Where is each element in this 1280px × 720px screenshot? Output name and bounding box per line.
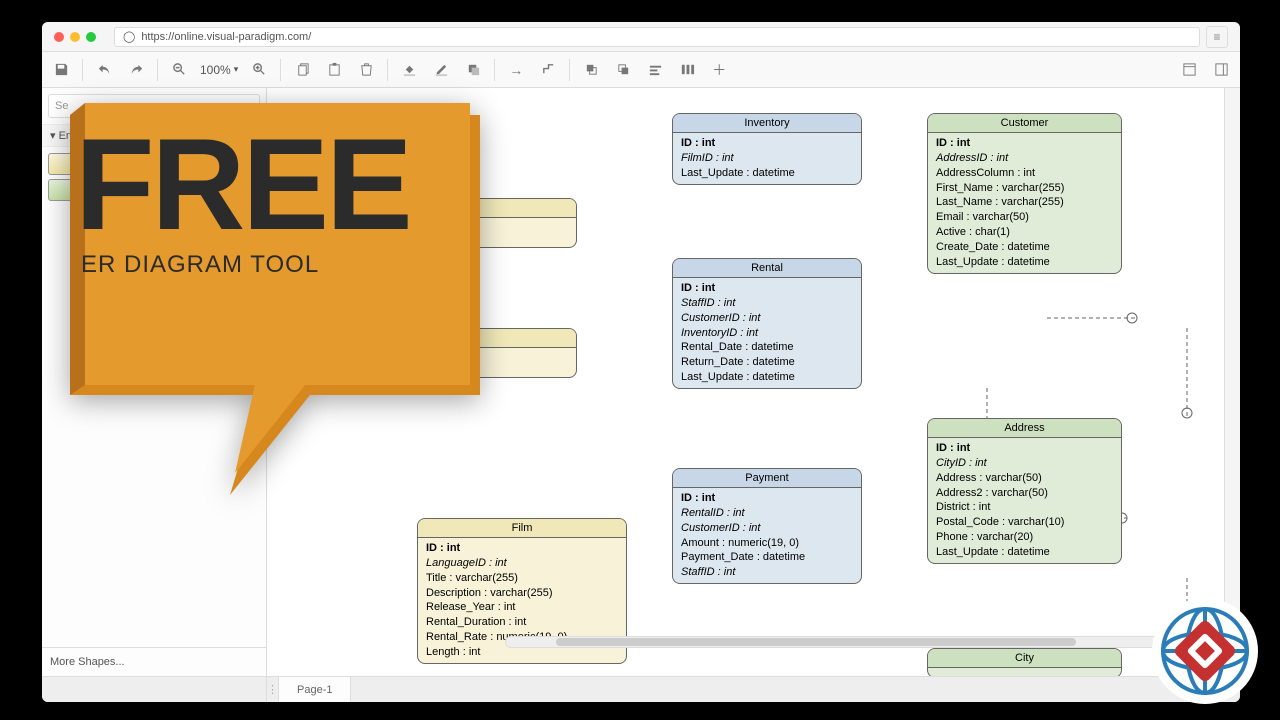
entity-column: InventoryID : int bbox=[681, 326, 853, 341]
zoom-level[interactable]: 100%▾ bbox=[196, 63, 242, 77]
brand-logo-icon bbox=[1150, 596, 1260, 706]
entity-column: StaffID : int bbox=[681, 296, 853, 311]
format-panel-button[interactable] bbox=[1206, 56, 1236, 84]
globe-icon: ◯ bbox=[123, 30, 135, 43]
connection-style-button[interactable]: → bbox=[501, 56, 531, 84]
entity-rental[interactable]: Rental ID : intStaffID : intCustomerID :… bbox=[672, 258, 862, 389]
fill-color-button[interactable] bbox=[394, 56, 424, 84]
entity-column: ID : int bbox=[681, 136, 853, 151]
entity-title: Rental bbox=[673, 259, 861, 278]
entity-column: StaffID : int bbox=[681, 565, 853, 580]
entity-column: Last_Update : datetime bbox=[936, 255, 1113, 270]
entity-column: CityID : int bbox=[936, 456, 1113, 471]
entity-column: Email : varchar(50) bbox=[936, 210, 1113, 225]
entity-column: District : int bbox=[936, 500, 1113, 515]
entity-address[interactable]: Address ID : intCityID : intAddress : va… bbox=[927, 418, 1122, 564]
entity-column: AddressColumn : int bbox=[936, 166, 1113, 181]
entity-city[interactable]: City bbox=[927, 648, 1122, 676]
entity-column: ID : int bbox=[681, 281, 853, 296]
tab-grip-icon[interactable]: ⋮ bbox=[267, 677, 279, 702]
entity-title: City bbox=[928, 649, 1121, 668]
entity-column: Last_Update : datetime bbox=[936, 545, 1113, 560]
window-maximize-icon[interactable] bbox=[86, 32, 96, 42]
menu-button[interactable]: ≡ bbox=[1206, 26, 1228, 48]
browser-titlebar: ◯ https://online.visual-paradigm.com/ ≡ bbox=[42, 22, 1240, 52]
entity-inventory[interactable]: Inventory ID : intFilmID : intLast_Updat… bbox=[672, 113, 862, 185]
entity-column: Last_Update : datetime bbox=[681, 166, 853, 181]
to-back-button[interactable] bbox=[608, 56, 638, 84]
tab-page-1[interactable]: Page-1 bbox=[279, 677, 351, 702]
fullscreen-button[interactable] bbox=[1174, 56, 1204, 84]
zoom-out-button[interactable] bbox=[164, 56, 194, 84]
save-button[interactable] bbox=[46, 56, 76, 84]
promo-text: FREE ER DIAGRAM TOOL bbox=[75, 125, 410, 279]
entity-payment[interactable]: Payment ID : intRentalID : intCustomerID… bbox=[672, 468, 862, 584]
more-shapes-button[interactable]: More Shapes... bbox=[42, 647, 266, 676]
entity-column: Last_Name : varchar(255) bbox=[936, 195, 1113, 210]
entity-title: Inventory bbox=[673, 114, 861, 133]
line-color-button[interactable] bbox=[426, 56, 456, 84]
waypoints-button[interactable] bbox=[533, 56, 563, 84]
entity-column: CustomerID : int bbox=[681, 521, 853, 536]
redo-button[interactable] bbox=[121, 56, 151, 84]
shadow-button[interactable] bbox=[458, 56, 488, 84]
entity-column: Postal_Code : varchar(10) bbox=[936, 515, 1113, 530]
url-text: https://online.visual-paradigm.com/ bbox=[141, 31, 311, 43]
entity-column: Return_Date : datetime bbox=[681, 355, 853, 370]
window-minimize-icon[interactable] bbox=[70, 32, 80, 42]
entity-column: Last_Update : datetime bbox=[681, 370, 853, 385]
entity-column: Title : varchar(255) bbox=[426, 571, 618, 586]
undo-button[interactable] bbox=[89, 56, 119, 84]
entity-column: AddressID : int bbox=[936, 151, 1113, 166]
entity-column: ID : int bbox=[936, 136, 1113, 151]
entity-column: Payment_Date : datetime bbox=[681, 550, 853, 565]
entity-column: Rental_Duration : int bbox=[426, 615, 618, 630]
window-close-icon[interactable] bbox=[54, 32, 64, 42]
entity-title: Address bbox=[928, 419, 1121, 438]
vertical-scrollbar[interactable] bbox=[1224, 88, 1240, 676]
horizontal-scrollbar[interactable] bbox=[505, 636, 1206, 648]
canvas[interactable]: Film ID : intLanguageID : intTitle : var… bbox=[267, 88, 1224, 676]
address-bar[interactable]: ◯ https://online.visual-paradigm.com/ bbox=[114, 27, 1200, 47]
entity-column: ID : int bbox=[426, 541, 618, 556]
entity-title: Customer bbox=[928, 114, 1121, 133]
entity-column: FilmID : int bbox=[681, 151, 853, 166]
to-front-button[interactable] bbox=[576, 56, 606, 84]
insert-button[interactable]: ＋ bbox=[704, 56, 734, 84]
entity-title: Payment bbox=[673, 469, 861, 488]
entity-column: Active : char(1) bbox=[936, 225, 1113, 240]
entity-stub-1[interactable] bbox=[387, 198, 577, 248]
page-tabs: ⋮ Page-1 bbox=[42, 676, 1240, 702]
copy-button[interactable] bbox=[287, 56, 317, 84]
entity-column: First_Name : varchar(255) bbox=[936, 181, 1113, 196]
align-button[interactable] bbox=[640, 56, 670, 84]
promo-headline: FREE bbox=[75, 125, 410, 245]
entity-title: Film bbox=[418, 519, 626, 538]
app-toolbar: 100%▾ → ＋ bbox=[42, 52, 1240, 88]
zoom-in-button[interactable] bbox=[244, 56, 274, 84]
entity-column: Amount : numeric(19, 0) bbox=[681, 536, 853, 551]
paste-button[interactable] bbox=[319, 56, 349, 84]
entity-column: LanguageID : int bbox=[426, 556, 618, 571]
delete-button[interactable] bbox=[351, 56, 381, 84]
entity-column: Phone : varchar(20) bbox=[936, 530, 1113, 545]
entity-column: Release_Year : int bbox=[426, 600, 618, 615]
entity-column: RentalID : int bbox=[681, 506, 853, 521]
entity-column: Rental_Date : datetime bbox=[681, 340, 853, 355]
entity-column: ID : int bbox=[936, 441, 1113, 456]
entity-column: Create_Date : datetime bbox=[936, 240, 1113, 255]
entity-column: Description : varchar(255) bbox=[426, 586, 618, 601]
entity-column: Address2 : varchar(50) bbox=[936, 486, 1113, 501]
entity-customer[interactable]: Customer ID : intAddressID : intAddressC… bbox=[927, 113, 1122, 274]
entity-column: Address : varchar(50) bbox=[936, 471, 1113, 486]
entity-column: CustomerID : int bbox=[681, 311, 853, 326]
entity-stub-2[interactable] bbox=[387, 328, 577, 378]
entity-column: ID : int bbox=[681, 491, 853, 506]
distribute-button[interactable] bbox=[672, 56, 702, 84]
